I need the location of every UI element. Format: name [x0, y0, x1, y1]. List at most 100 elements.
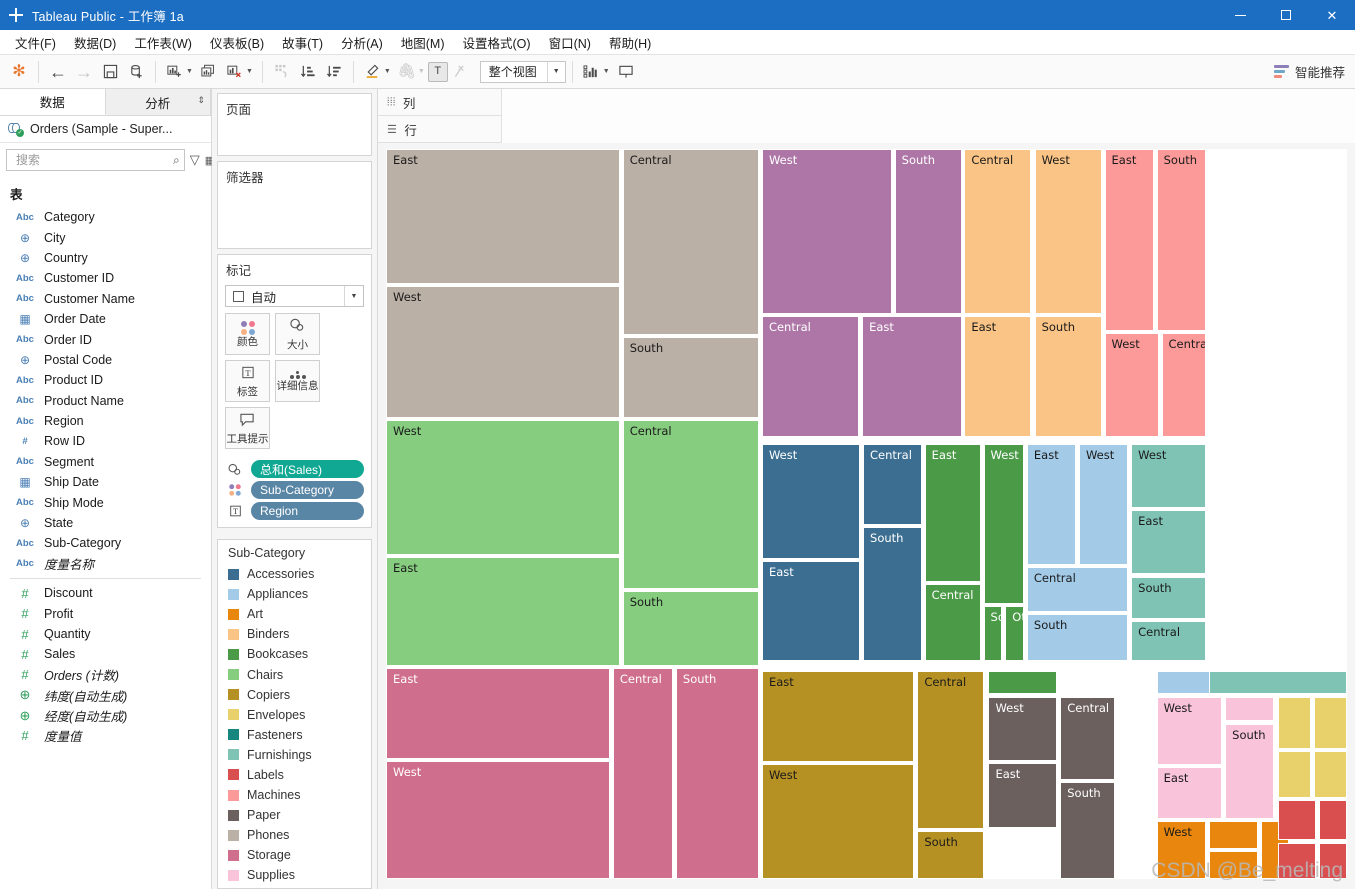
treemap-cell[interactable]: East — [1026, 444, 1077, 566]
field-item[interactable]: # Orders (计数) — [0, 665, 211, 685]
treemap-cell[interactable]: East — [761, 670, 915, 763]
menu-item-8[interactable]: 窗口(N) — [540, 30, 600, 55]
chevron-down-icon[interactable]: ▼ — [246, 68, 253, 75]
presentation-icon[interactable] — [613, 60, 639, 84]
treemap-cell[interactable] — [1277, 696, 1312, 750]
treemap-cell[interactable]: East — [386, 556, 620, 667]
treemap-cell[interactable]: West — [1156, 696, 1223, 766]
treemap-cell[interactable]: Central — [863, 444, 922, 525]
treemap-cell[interactable]: Central — [622, 149, 759, 336]
treemap-cell[interactable]: South — [675, 668, 759, 879]
treemap-cell[interactable]: Central — [1060, 696, 1116, 780]
treemap-cell[interactable]: South — [1034, 316, 1102, 438]
menu-item-4[interactable]: 故事(T) — [273, 30, 332, 55]
treemap-cell[interactable]: West — [761, 764, 915, 879]
treemap-cell[interactable]: West — [761, 444, 861, 559]
maximize-button[interactable] — [1263, 0, 1309, 30]
treemap-cell[interactable]: South — [983, 606, 1003, 662]
treemap-cell[interactable]: Central — [761, 316, 860, 438]
tab-data[interactable]: 数据 — [0, 89, 106, 115]
treemap-cell[interactable]: South — [1156, 149, 1206, 331]
legend-item[interactable]: Furnishings — [228, 745, 371, 765]
treemap-cell[interactable]: Central — [622, 420, 759, 589]
chevron-down-icon[interactable]: ▼ — [344, 286, 363, 306]
treemap-cell[interactable]: West — [1078, 444, 1129, 566]
treemap-cell[interactable] — [1208, 851, 1259, 879]
menu-item-0[interactable]: 文件(F) — [6, 30, 65, 55]
legend-item[interactable]: Storage — [228, 845, 371, 865]
field-item[interactable]: ⊕ Postal Code — [0, 350, 211, 370]
field-item[interactable]: Abc Customer Name — [0, 289, 211, 309]
treemap-cell[interactable]: South — [622, 337, 759, 418]
treemap-cell[interactable]: East — [862, 316, 962, 438]
treemap-cell[interactable]: East — [1131, 510, 1206, 575]
legend-item[interactable]: Fasteners — [228, 725, 371, 745]
legend-item[interactable]: Paper — [228, 805, 371, 825]
field-item[interactable]: Abc Region — [0, 411, 211, 431]
treemap-chart[interactable]: East West Central South West East Central South… — [386, 149, 1347, 879]
treemap-cell[interactable] — [1319, 799, 1347, 841]
treemap-cell[interactable]: West — [1034, 149, 1102, 315]
close-button[interactable]: ✕ — [1309, 0, 1355, 30]
search-icon[interactable]: ⌕ — [173, 153, 180, 168]
show-me-thumbnail-icon[interactable] — [579, 60, 605, 84]
legend-item[interactable]: Art — [228, 604, 371, 624]
legend-item[interactable]: Binders — [228, 624, 371, 644]
treemap-cell[interactable]: Central — [964, 149, 1032, 315]
field-item[interactable]: # 度量值 — [0, 726, 211, 746]
field-item[interactable]: # Row ID — [0, 431, 211, 451]
menu-item-2[interactable]: 工作表(W) — [125, 30, 201, 55]
treemap-cell[interactable]: South — [894, 149, 962, 315]
treemap-cell[interactable]: East — [1104, 149, 1154, 331]
treemap-cell[interactable]: West — [988, 696, 1058, 762]
new-worksheet-icon[interactable] — [162, 60, 188, 84]
treemap-cell[interactable]: West — [386, 761, 610, 879]
field-item[interactable]: Abc Product ID — [0, 370, 211, 390]
field-item[interactable]: Abc Ship Mode — [0, 492, 211, 512]
chevron-down-icon[interactable]: ▼ — [603, 68, 610, 75]
treemap-cell[interactable]: East — [1156, 767, 1223, 819]
field-item[interactable]: Abc 度量名称 — [0, 554, 211, 574]
treemap-cell[interactable]: West — [1104, 332, 1159, 438]
mark-type-selector[interactable]: 自动 ▼ — [225, 285, 364, 307]
treemap-cell[interactable] — [1313, 696, 1347, 750]
sort-ascending-icon[interactable] — [295, 60, 321, 84]
treemap-cell[interactable]: Central — [917, 670, 985, 830]
field-item[interactable]: # Quantity — [0, 624, 211, 644]
treemap-cell[interactable]: Central — [1026, 567, 1129, 612]
treemap-cell[interactable]: South — [863, 526, 922, 662]
field-item[interactable]: ⊕ Country — [0, 248, 211, 268]
attach-icon[interactable]: 🖇 — [394, 60, 420, 84]
columns-shelf[interactable]: ⦙⦙⦙ 列 — [378, 88, 1355, 116]
field-item[interactable]: ⊕ 经度(自动生成) — [0, 705, 211, 725]
treemap-cell[interactable]: East — [988, 763, 1058, 828]
treemap-cell[interactable] — [1319, 842, 1347, 879]
field-item[interactable]: Abc Sub-Category — [0, 533, 211, 553]
treemap-cell[interactable] — [988, 670, 1058, 695]
mark-pill-size[interactable]: 总和(Sales) — [218, 457, 371, 478]
treemap-cell[interactable]: South — [917, 831, 985, 879]
treemap-cell[interactable]: West — [1156, 821, 1206, 879]
field-item[interactable]: ⊕ State — [0, 513, 211, 533]
field-item[interactable]: ▦ Ship Date — [0, 472, 211, 492]
menu-item-6[interactable]: 地图(M) — [392, 30, 454, 55]
legend-item[interactable]: Tables — [228, 886, 371, 889]
treemap-cell[interactable]: West — [1131, 444, 1206, 509]
treemap-cell[interactable] — [1277, 751, 1312, 798]
mark-pill-label[interactable]: T Region — [218, 499, 371, 520]
treemap-cell[interactable]: South — [1026, 613, 1129, 662]
tab-analytics[interactable]: 分析 — [105, 89, 211, 115]
save-icon[interactable] — [97, 60, 123, 84]
filters-card[interactable]: 筛选器 — [217, 161, 372, 249]
menu-item-9[interactable]: 帮助(H) — [600, 30, 660, 55]
columns-drop-zone[interactable] — [502, 88, 1355, 116]
field-item[interactable]: Abc Customer ID — [0, 268, 211, 288]
chevron-down-icon[interactable]: ▼ — [546, 61, 565, 82]
color-button[interactable]: 颜色 — [225, 313, 270, 355]
fix-axes-icon[interactable] — [448, 60, 474, 84]
field-item[interactable]: Abc Segment — [0, 452, 211, 472]
treemap-cell[interactable] — [1225, 696, 1275, 722]
treemap-cell[interactable]: East — [386, 668, 610, 759]
chevron-down-icon[interactable]: ▼ — [186, 68, 193, 75]
treemap-cell[interactable]: East — [924, 444, 981, 582]
